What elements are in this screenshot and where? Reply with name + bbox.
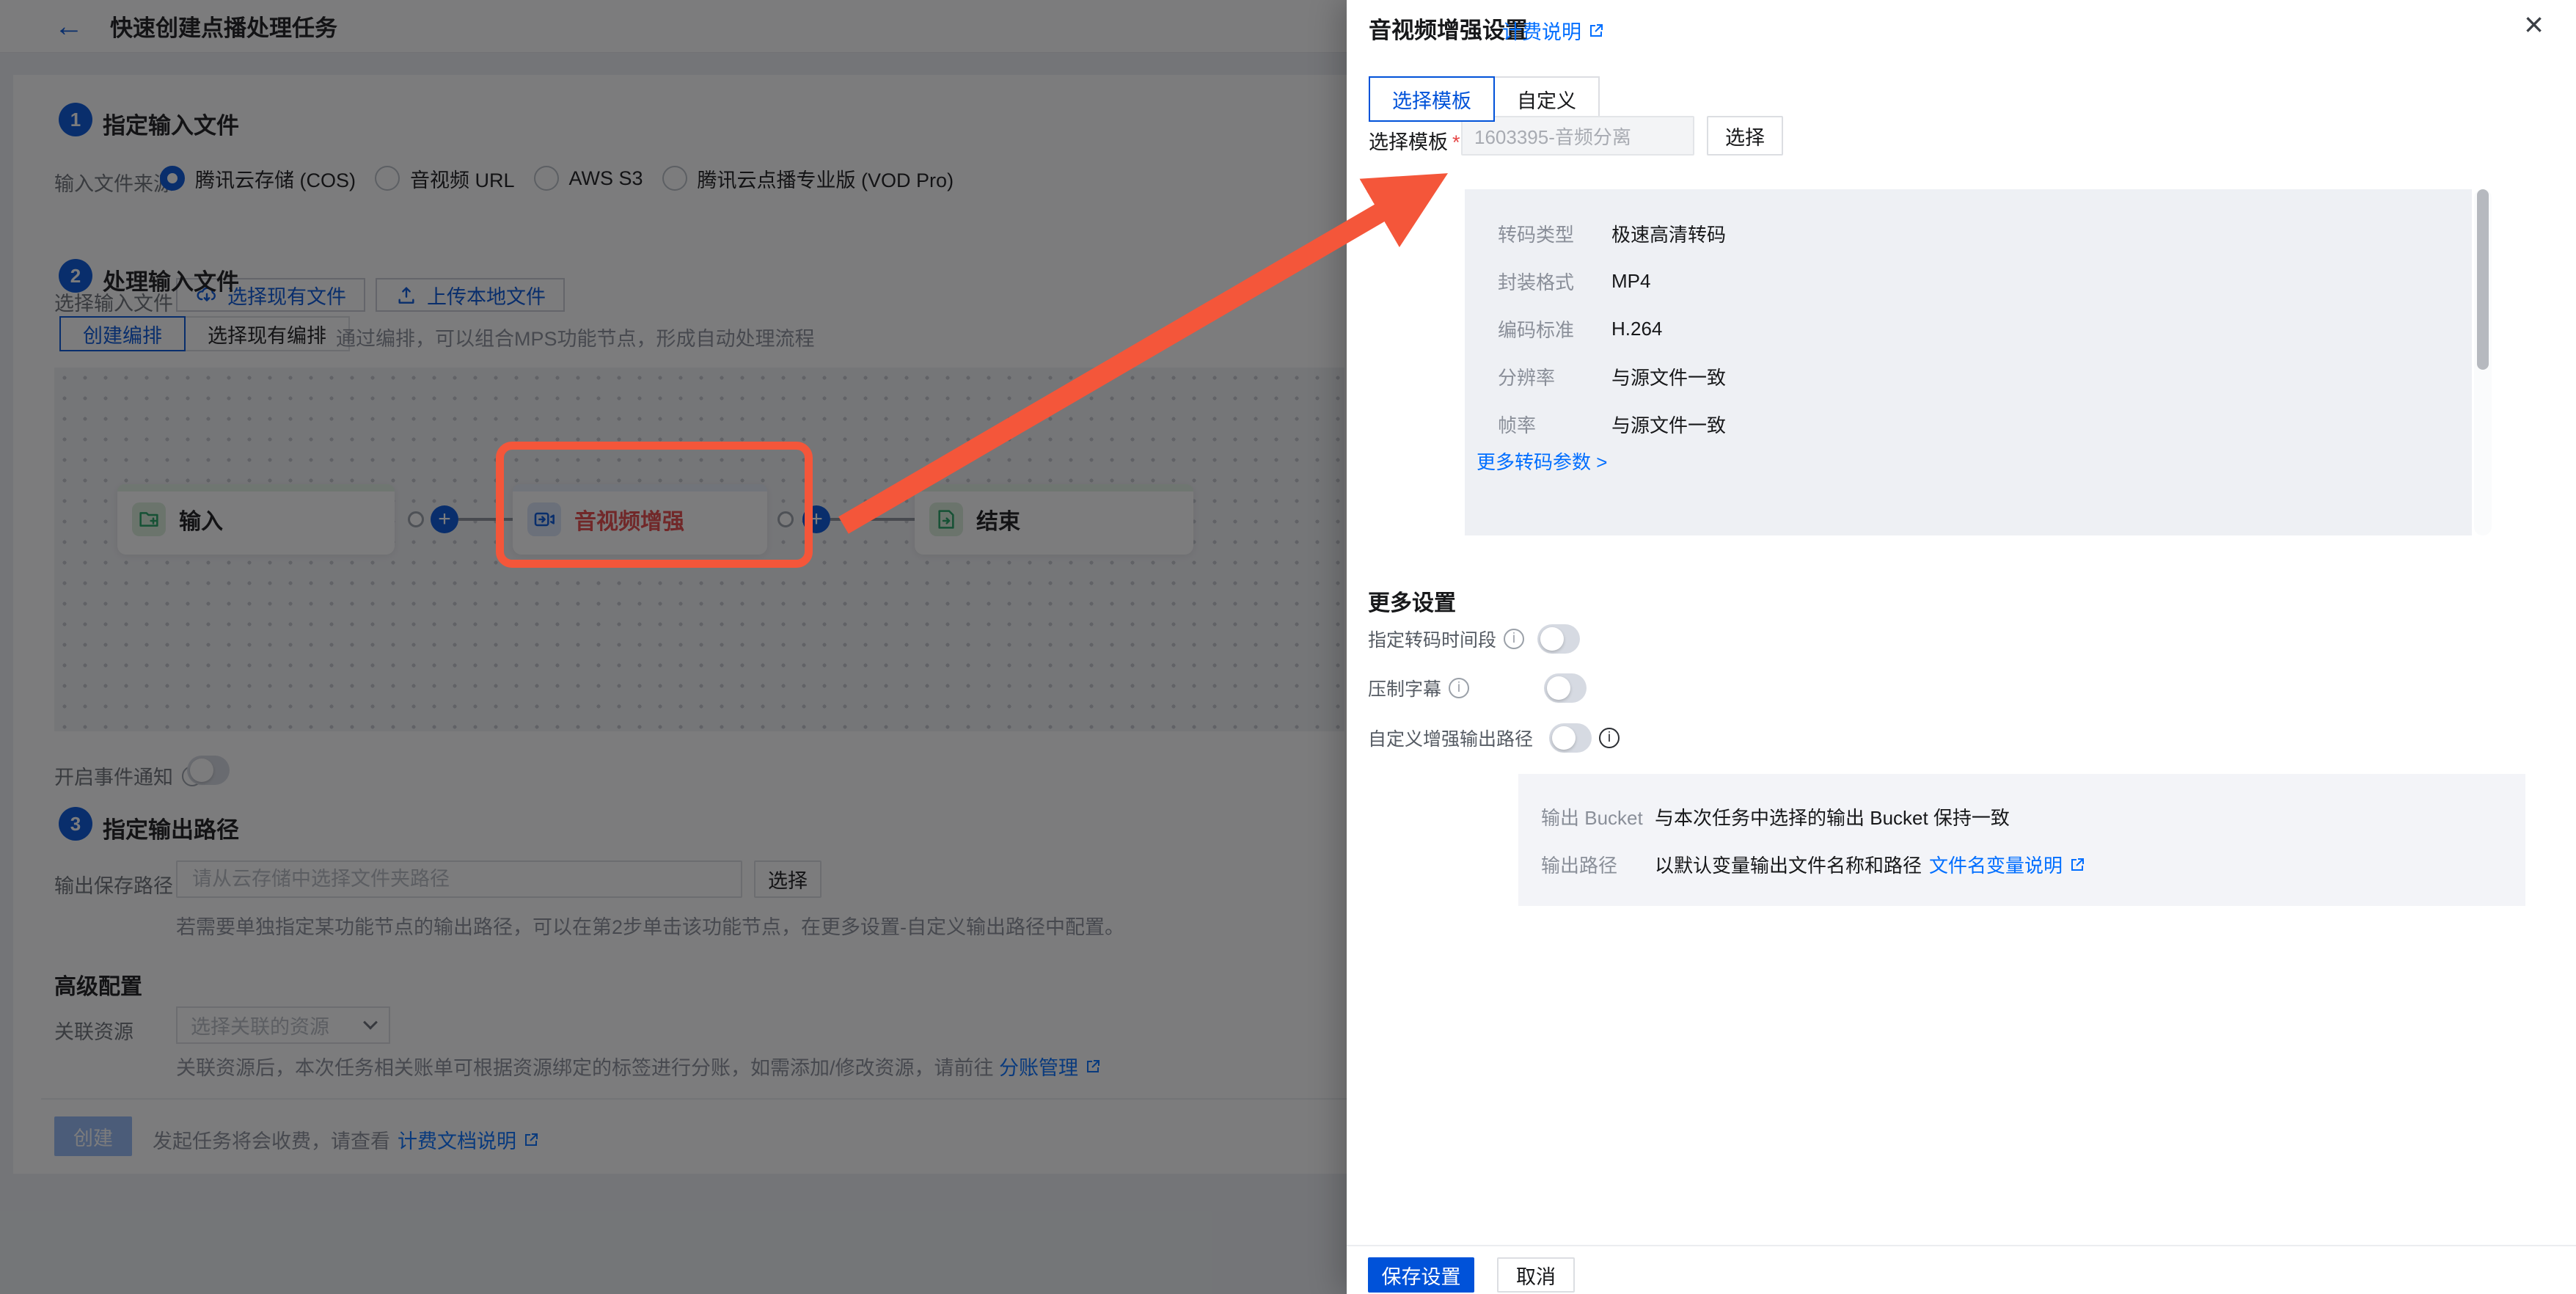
info-row: 分辨率 与源文件一致 — [1498, 353, 2472, 401]
external-link-icon — [1587, 22, 1605, 40]
output-bucket-row: 输出 Bucket 与本次任务中选择的输出 Bucket 保持一致 — [1541, 793, 2525, 841]
info-value: 与源文件一致 — [1611, 363, 1726, 390]
transcode-time-label: 指定转码时间段 — [1368, 626, 1496, 652]
template-info-box: 转码类型 极速高清转码 封装格式 MP4 编码标准 H.264 分辨率 与源文件… — [1465, 189, 2472, 535]
av-enhance-settings-drawer: 音视频增强设置 计费说明 × 选择模板 自定义 选择模板* 选择 转码类型 极速… — [1347, 0, 2576, 1294]
transcode-time-toggle[interactable] — [1537, 624, 1580, 654]
external-link-icon — [2068, 856, 2086, 874]
output-bucket-value: 与本次任务中选择的输出 Bucket 保持一致 — [1655, 803, 2010, 830]
custom-output-path-toggle[interactable] — [1549, 723, 1592, 753]
cancel-button[interactable]: 取消 — [1497, 1257, 1575, 1293]
info-icon[interactable]: i — [1449, 678, 1469, 698]
info-row: 封装格式 MP4 — [1498, 257, 2472, 305]
info-label: 封装格式 — [1498, 268, 1580, 295]
output-path-row: 输出路径 以默认变量输出文件名称和路径 文件名变量说明 — [1541, 841, 2525, 888]
tab-custom[interactable]: 自定义 — [1493, 76, 1600, 122]
info-label: 分辨率 — [1498, 363, 1580, 390]
drawer-footer-divider — [1347, 1245, 2576, 1246]
drawer-tabs: 选择模板 自定义 — [1369, 76, 1600, 122]
info-value: H.264 — [1611, 318, 1662, 340]
output-path-label: 输出路径 — [1541, 851, 1655, 878]
drawer-mask[interactable] — [0, 0, 1347, 1294]
output-bucket-label: 输出 Bucket — [1541, 803, 1655, 830]
close-icon[interactable]: × — [2524, 7, 2544, 41]
burn-subtitle-row: 压制字幕 i — [1368, 673, 1587, 703]
info-row: 编码标准 H.264 — [1498, 305, 2472, 353]
info-label: 编码标准 — [1498, 315, 1580, 343]
output-path-value: 以默认变量输出文件名称和路径 文件名变量说明 — [1655, 851, 2086, 878]
template-choose-button[interactable]: 选择 — [1707, 116, 1783, 156]
info-value: 极速高清转码 — [1611, 220, 1726, 247]
save-settings-button[interactable]: 保存设置 — [1368, 1257, 1474, 1293]
screen: ← 快速创建点播处理任务 1 指定输入文件 输入文件来源 腾讯云存储 (COS)… — [0, 0, 2576, 1294]
info-icon[interactable]: i — [1599, 728, 1620, 748]
burn-subtitle-label: 压制字幕 — [1368, 675, 1441, 701]
custom-output-path-row: 自定义增强输出路径 i — [1368, 723, 1620, 753]
info-row: 帧率 与源文件一致 — [1498, 401, 2472, 448]
billing-link[interactable]: 计费说明 — [1502, 16, 1605, 45]
template-input[interactable] — [1461, 116, 1694, 156]
more-transcode-params-link[interactable]: 更多转码参数 > — [1477, 447, 1607, 475]
info-icon[interactable]: i — [1504, 629, 1524, 649]
info-value: MP4 — [1611, 270, 1650, 293]
scrollbar-thumb[interactable] — [2477, 189, 2489, 370]
more-settings-title: 更多设置 — [1368, 585, 1456, 617]
template-info-scroll-area[interactable]: 转码类型 极速高清转码 封装格式 MP4 编码标准 H.264 分辨率 与源文件… — [1465, 189, 2495, 535]
tab-select-template[interactable]: 选择模板 — [1369, 76, 1495, 122]
transcode-time-row: 指定转码时间段 i — [1368, 624, 1580, 654]
custom-output-path-label: 自定义增强输出路径 — [1368, 725, 1533, 751]
required-mark: * — [1452, 131, 1460, 153]
info-value: 与源文件一致 — [1611, 411, 1726, 438]
output-info-box: 输出 Bucket 与本次任务中选择的输出 Bucket 保持一致 输出路径 以… — [1518, 774, 2525, 906]
info-label: 转码类型 — [1498, 220, 1580, 247]
template-label: 选择模板* — [1369, 126, 1460, 155]
info-label: 帧率 — [1498, 411, 1580, 438]
filename-variable-link[interactable]: 文件名变量说明 — [1929, 851, 2086, 878]
burn-subtitle-toggle[interactable] — [1544, 673, 1587, 703]
annotation-highlight-box — [496, 442, 813, 568]
info-row: 转码类型 极速高清转码 — [1498, 210, 2472, 257]
